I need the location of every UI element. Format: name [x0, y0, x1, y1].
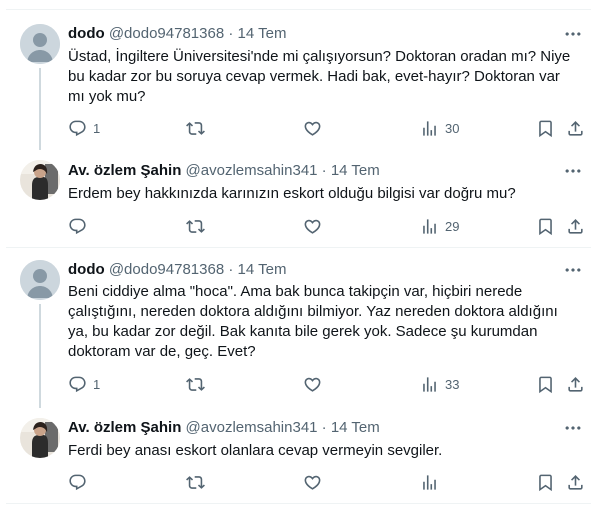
tweet-1[interactable]: dodo @dodo94781368 · 14 Tem Üstad, İngil… [6, 10, 591, 150]
reply-icon [68, 473, 87, 492]
retweet-button[interactable] [186, 374, 205, 394]
bookmark-icon [536, 375, 555, 394]
like-button[interactable] [303, 472, 322, 492]
separator-dot: · [228, 261, 234, 278]
action-bar [58, 472, 591, 492]
tweet-2[interactable]: Av. özlem Şahin @avozlemsahin341 · 14 Te… [6, 150, 591, 248]
timestamp[interactable]: 14 Tem [331, 419, 380, 436]
bookmark-icon [536, 119, 555, 138]
thread-line [39, 68, 41, 150]
separator-dot: · [321, 419, 327, 436]
tweet-4[interactable]: Av. özlem Şahin @avozlemsahin341 · 14 Te… [6, 408, 591, 504]
top-divider [6, 0, 591, 10]
more-horizontal-icon[interactable] [563, 24, 583, 44]
display-name[interactable]: dodo [68, 25, 105, 42]
retweet-icon [186, 375, 205, 394]
timestamp[interactable]: 14 Tem [331, 162, 380, 179]
timestamp[interactable]: 14 Tem [238, 25, 287, 42]
retweet-icon [186, 217, 205, 236]
action-bar: 1 30 [58, 118, 591, 138]
tweet-header: dodo @dodo94781368 · 14 Tem [68, 24, 551, 44]
reply-count: 1 [93, 120, 101, 136]
retweet-button[interactable] [186, 472, 205, 492]
thread-line [39, 304, 41, 408]
display-name[interactable]: Av. özlem Şahin [68, 162, 181, 179]
more-horizontal-icon[interactable] [563, 418, 583, 438]
like-icon [303, 217, 322, 236]
avatar-default[interactable] [20, 24, 60, 64]
reply-count: 1 [93, 376, 101, 392]
views-icon [420, 375, 439, 394]
tweet-3[interactable]: dodo @dodo94781368 · 14 Tem Beni ciddiye… [6, 248, 591, 408]
bookmark-button[interactable] [536, 374, 555, 394]
views-button[interactable]: 33 [420, 374, 459, 394]
tweet-text: Ferdi bey anası eskort olanlara cevap ve… [68, 442, 443, 459]
bookmark-button[interactable] [536, 118, 555, 138]
share-button[interactable] [566, 118, 585, 138]
share-button[interactable] [566, 472, 585, 492]
share-icon [566, 375, 585, 394]
reply-button[interactable]: 1 [68, 118, 100, 138]
tweet-header: Av. özlem Şahin @avozlemsahin341 · 14 Te… [68, 418, 551, 438]
bookmark-button[interactable] [536, 472, 555, 492]
avatar-photo[interactable] [20, 160, 60, 200]
views-button[interactable]: 29 [420, 216, 459, 236]
views-button[interactable]: 30 [420, 118, 459, 138]
views-count: 29 [445, 218, 460, 234]
action-bar: 29 [58, 216, 591, 236]
timestamp[interactable]: 14 Tem [238, 261, 287, 278]
tweet-text: Beni ciddiye alma "hoca". Ama bak bunca … [68, 283, 558, 360]
views-count: 33 [445, 376, 460, 392]
retweet-icon [186, 473, 205, 492]
like-button[interactable] [303, 118, 322, 138]
avatar-default[interactable] [20, 260, 60, 300]
retweet-button[interactable] [186, 118, 205, 138]
reply-icon [68, 217, 87, 236]
share-button[interactable] [566, 216, 585, 236]
avatar-photo[interactable] [20, 418, 60, 458]
user-handle[interactable]: @dodo94781368 [109, 25, 224, 42]
user-handle[interactable]: @dodo94781368 [109, 261, 224, 278]
display-name[interactable]: dodo [68, 261, 105, 278]
display-name[interactable]: Av. özlem Şahin [68, 419, 181, 436]
share-icon [566, 217, 585, 236]
bookmark-icon [536, 473, 555, 492]
tweet-header: Av. özlem Şahin @avozlemsahin341 · 14 Te… [68, 161, 551, 181]
share-icon [566, 473, 585, 492]
reply-button[interactable] [68, 216, 87, 236]
like-button[interactable] [303, 216, 322, 236]
tweet-text: Erdem bey hakkınızda karınızın eskort ol… [68, 185, 516, 202]
like-button[interactable] [303, 374, 322, 394]
tweet-text: Üstad, İngiltere Üniversitesi'nde mi çal… [68, 48, 571, 105]
views-icon [420, 217, 439, 236]
reply-button[interactable] [68, 472, 87, 492]
views-count: 30 [445, 120, 460, 136]
reply-icon [68, 375, 87, 394]
separator-dot: · [228, 25, 234, 42]
share-button[interactable] [566, 374, 585, 394]
like-icon [303, 473, 322, 492]
tweet-header: dodo @dodo94781368 · 14 Tem [68, 260, 551, 280]
user-handle[interactable]: @avozlemsahin341 [186, 162, 318, 179]
user-handle[interactable]: @avozlemsahin341 [186, 419, 318, 436]
views-icon [420, 119, 439, 138]
action-bar: 1 33 [58, 374, 591, 394]
bookmark-button[interactable] [536, 216, 555, 236]
reply-icon [68, 119, 87, 138]
views-button[interactable] [420, 472, 445, 492]
more-horizontal-icon[interactable] [563, 161, 583, 181]
more-horizontal-icon[interactable] [563, 260, 583, 280]
like-icon [303, 375, 322, 394]
bookmark-icon [536, 217, 555, 236]
retweet-icon [186, 119, 205, 138]
share-icon [566, 119, 585, 138]
views-icon [420, 473, 439, 492]
like-icon [303, 119, 322, 138]
separator-dot: · [321, 162, 327, 179]
retweet-button[interactable] [186, 216, 205, 236]
reply-button[interactable]: 1 [68, 374, 100, 394]
